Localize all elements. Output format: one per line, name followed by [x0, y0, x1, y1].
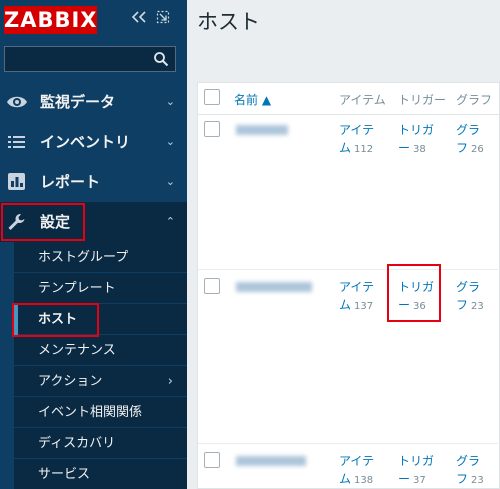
- triggers-count: 36: [413, 301, 426, 312]
- logo-row: ZABBIX: [0, 0, 187, 42]
- graphs-count: 26: [471, 144, 484, 155]
- items-count: 138: [354, 475, 374, 486]
- submenu-templates-label: テンプレート: [38, 281, 116, 296]
- page-title: ホスト: [197, 10, 260, 34]
- row-checkbox[interactable]: [204, 121, 220, 137]
- row-divider: [198, 269, 500, 270]
- chevron-down-icon: ⌄: [165, 175, 175, 188]
- column-name-header[interactable]: 名前 ▲: [234, 91, 271, 108]
- graphs-link[interactable]: グラ フ 26: [456, 121, 484, 159]
- eye-icon: [6, 92, 28, 112]
- double-chevron-left-icon[interactable]: [131, 10, 147, 29]
- items-count: 112: [354, 144, 374, 155]
- graphs-link[interactable]: グラ フ 23: [456, 452, 484, 489]
- host-name-link[interactable]: [236, 456, 306, 466]
- triggers-link[interactable]: トリガ ー 38: [398, 121, 434, 159]
- submenu-host-groups-label: ホストグループ: [38, 250, 129, 265]
- row-checkbox[interactable]: [204, 452, 220, 468]
- row-divider: [198, 443, 500, 444]
- submenu-event-correlation[interactable]: イベント相関関係: [14, 397, 187, 428]
- header-divider: [198, 114, 500, 115]
- items-count: 137: [354, 301, 374, 312]
- triggers-count: 37: [413, 475, 426, 486]
- zabbix-logo[interactable]: ZABBIX: [4, 6, 97, 34]
- selected-indicator: [14, 304, 18, 335]
- menu-configuration[interactable]: 設定 ⌃: [0, 202, 187, 242]
- submenu-hosts-label: ホスト: [38, 312, 78, 327]
- search-icon[interactable]: [153, 51, 169, 67]
- submenu-host-groups[interactable]: ホストグループ: [14, 242, 187, 273]
- menu-inventory-label: インベントリ: [40, 133, 131, 151]
- items-link[interactable]: アイテ ム 137: [339, 278, 374, 316]
- search-box: [4, 46, 176, 72]
- host-name-link[interactable]: [236, 125, 288, 135]
- chevron-up-icon: ⌃: [165, 215, 175, 228]
- sidebar: ZABBIX 監視データ ⌄ インベントリ ⌄ レポート ⌄ 設定 ⌃ ホストグ…: [0, 0, 187, 489]
- chevron-down-icon: ⌄: [165, 95, 175, 108]
- row-checkbox[interactable]: [204, 278, 220, 294]
- column-graphs-header: グラフ: [456, 93, 493, 107]
- triggers-link[interactable]: トリガ ー 36: [398, 278, 434, 316]
- submenu-templates[interactable]: テンプレート: [14, 273, 187, 304]
- column-triggers-header: トリガー: [398, 93, 447, 107]
- configuration-submenu: ホストグループ テンプレート ホスト メンテナンス アクション › イベント相関…: [14, 242, 187, 489]
- list-icon: [6, 132, 28, 152]
- submenu-actions-label: アクション: [38, 374, 103, 389]
- submenu-maintenance-label: メンテナンス: [38, 343, 116, 358]
- chevron-right-icon: ›: [167, 374, 173, 389]
- menu-configuration-label: 設定: [40, 213, 71, 231]
- submenu-actions[interactable]: アクション ›: [14, 366, 187, 397]
- bar-chart-icon: [6, 172, 28, 192]
- submenu-hosts[interactable]: ホスト: [14, 304, 187, 335]
- submenu-discovery-label: ディスカバリ: [38, 436, 116, 451]
- items-link[interactable]: アイテ ム 112: [339, 121, 374, 159]
- menu-reports-label: レポート: [40, 173, 101, 191]
- host-name-link[interactable]: [236, 282, 312, 292]
- menu-monitoring-label: 監視データ: [40, 93, 116, 111]
- menu-monitoring[interactable]: 監視データ ⌄: [0, 82, 187, 122]
- wrench-icon: [6, 212, 28, 232]
- items-link[interactable]: アイテ ム 138: [339, 452, 374, 489]
- submenu-discovery[interactable]: ディスカバリ: [14, 428, 187, 459]
- triggers-link[interactable]: トリガ ー 37: [398, 452, 434, 489]
- menu-inventory[interactable]: インベントリ ⌄: [0, 122, 187, 162]
- main-content: ホスト 名前 ▲ アイテム トリガー グラフ アイテ ム 112 トリガ ー 38 …: [187, 0, 500, 489]
- expand-icon[interactable]: [156, 10, 170, 29]
- menu-reports[interactable]: レポート ⌄: [0, 162, 187, 202]
- submenu-event-correlation-label: イベント相関関係: [38, 405, 143, 420]
- graphs-count: 23: [471, 475, 484, 486]
- column-items-header: アイテム: [339, 93, 386, 107]
- triggers-count: 38: [413, 144, 426, 155]
- submenu-services[interactable]: サービス: [14, 459, 187, 489]
- graphs-count: 23: [471, 301, 484, 312]
- select-all-checkbox[interactable]: [204, 89, 220, 105]
- graphs-link[interactable]: グラ フ 23: [456, 278, 484, 316]
- chevron-down-icon: ⌄: [165, 135, 175, 148]
- search-input[interactable]: [5, 47, 151, 71]
- submenu-maintenance[interactable]: メンテナンス: [14, 335, 187, 366]
- submenu-services-label: サービス: [38, 467, 91, 482]
- hosts-table: 名前 ▲ アイテム トリガー グラフ アイテ ム 112 トリガ ー 38 グラ フ…: [197, 82, 500, 489]
